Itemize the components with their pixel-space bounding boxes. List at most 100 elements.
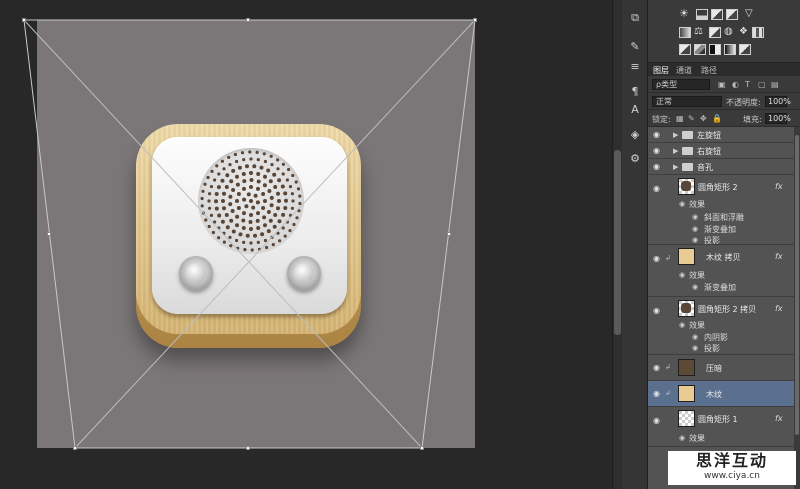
hue-saturation-icon[interactable] xyxy=(679,27,691,38)
layer-row[interactable]: ◉ ↲ 木纹 拷贝 fx ◉ 效果 ◉ 渐变叠加 xyxy=(648,245,794,297)
expand-arrow-icon[interactable]: ▶ xyxy=(673,147,678,155)
visibility-eye-icon[interactable]: ◉ xyxy=(653,417,663,425)
effect-item[interactable]: 斜面和浮雕 xyxy=(704,212,744,223)
effect-eye-icon[interactable]: ◉ xyxy=(692,213,698,221)
layer-thumbnail xyxy=(678,385,695,402)
color-lookup-icon[interactable] xyxy=(752,27,764,38)
effect-item[interactable]: 投影 xyxy=(704,343,720,354)
transform-handle[interactable] xyxy=(473,18,477,22)
character-icon[interactable]: A xyxy=(626,101,644,117)
selective-color-icon[interactable] xyxy=(739,44,751,55)
free-transform-box[interactable] xyxy=(0,0,612,489)
effects-eye-icon[interactable]: ◉ xyxy=(679,321,685,329)
fx-icon[interactable]: fx xyxy=(775,304,783,313)
fx-icon[interactable]: fx xyxy=(775,414,783,423)
brightness-icon[interactable]: ☀ xyxy=(679,8,691,20)
fx-icon[interactable]: fx xyxy=(775,252,783,261)
layer-row-selected[interactable]: ◉ ↲ 木纹 xyxy=(648,381,794,407)
transform-handle[interactable] xyxy=(420,446,424,450)
opacity-input[interactable]: 100% xyxy=(765,96,791,107)
3d-cube-icon[interactable]: ◈ xyxy=(626,126,644,142)
lock-transparent-icon[interactable]: ▦ xyxy=(676,114,684,123)
transform-handle[interactable] xyxy=(47,232,51,236)
threshold-icon[interactable] xyxy=(709,44,721,55)
visibility-eye-icon[interactable]: ◉ xyxy=(653,255,663,263)
color-balance-icon[interactable]: ⚖ xyxy=(694,27,706,38)
layers-scrollbar[interactable] xyxy=(794,127,800,489)
layer-name: 音孔 xyxy=(697,163,713,172)
brush-icon[interactable]: ✎ xyxy=(626,38,644,54)
transform-handle[interactable] xyxy=(246,446,250,450)
history-icon[interactable]: ⧉ xyxy=(626,10,644,26)
posterize-icon[interactable] xyxy=(694,44,706,55)
lock-position-icon[interactable]: ✥ xyxy=(700,114,707,123)
adjustment-filter-icon[interactable]: ◐ xyxy=(732,80,739,89)
paragraph-icon[interactable]: ¶ xyxy=(626,83,644,99)
transform-handle[interactable] xyxy=(22,18,26,22)
visibility-eye-icon[interactable]: ◉ xyxy=(653,163,663,171)
lock-all-icon[interactable]: 🔒 xyxy=(712,114,722,123)
visibility-eye-icon[interactable]: ◉ xyxy=(653,390,663,398)
effect-eye-icon[interactable]: ◉ xyxy=(692,236,698,244)
transform-handle[interactable] xyxy=(447,232,451,236)
visibility-eye-icon[interactable]: ◉ xyxy=(653,364,663,372)
photo-filter-icon[interactable]: ◍ xyxy=(724,27,736,38)
effects-label: 效果 xyxy=(689,434,705,443)
levels-icon[interactable] xyxy=(696,9,708,20)
expand-arrow-icon[interactable]: ▶ xyxy=(673,131,678,139)
layer-row[interactable]: ◉ ▶ 右旋钮 xyxy=(648,143,794,159)
exposure-icon[interactable] xyxy=(726,9,738,20)
type-filter-icon[interactable]: T xyxy=(745,80,750,89)
layer-row[interactable]: ◉ 圆角矩形 1 fx ◉ 效果 xyxy=(648,407,794,447)
layers-scroll-thumb[interactable] xyxy=(795,135,799,435)
invert-icon[interactable] xyxy=(679,44,691,55)
layer-filter-row: ρ类型 ▣ ◐ T ▢ ▤ xyxy=(648,76,800,93)
effect-item[interactable]: 渐变叠加 xyxy=(704,282,736,293)
gradient-map-icon[interactable] xyxy=(724,44,736,55)
curves-icon[interactable] xyxy=(711,9,723,20)
transform-handle[interactable] xyxy=(73,446,77,450)
effect-eye-icon[interactable]: ◉ xyxy=(692,333,698,341)
layer-row[interactable]: ◉ ▶ 音孔 xyxy=(648,159,794,175)
sliders-icon[interactable]: ≡ xyxy=(626,58,644,74)
fx-icon[interactable]: fx xyxy=(775,182,783,191)
effect-item[interactable]: 渐变叠加 xyxy=(704,224,736,235)
styles-icon[interactable]: ⚙ xyxy=(626,150,644,166)
pixel-filter-icon[interactable]: ▣ xyxy=(718,80,726,89)
layer-row[interactable]: ◉ 圆角矩形 2 fx ◉ 效果 ◉ 斜面和浮雕 ◉ 渐变叠加 ◉ 投影 xyxy=(648,175,794,245)
effect-item[interactable]: 内阴影 xyxy=(704,332,728,343)
tab-channels[interactable]: 通道 xyxy=(676,65,692,76)
effects-eye-icon[interactable]: ◉ xyxy=(679,200,685,208)
effect-eye-icon[interactable]: ◉ xyxy=(692,283,698,291)
tab-layers[interactable]: 图层 xyxy=(653,65,669,76)
transform-outline[interactable] xyxy=(23,19,476,449)
visibility-eye-icon[interactable]: ◉ xyxy=(653,131,663,139)
blend-mode-select[interactable]: 正常 xyxy=(652,96,722,107)
layer-row[interactable]: ◉ ▶ 左旋钮 xyxy=(648,127,794,143)
effects-eye-icon[interactable]: ◉ xyxy=(679,434,685,442)
smart-object-filter-icon[interactable]: ▤ xyxy=(771,80,779,89)
transform-diagonal xyxy=(23,19,423,449)
visibility-eye-icon[interactable]: ◉ xyxy=(653,185,663,193)
layer-row[interactable]: ◉ 圆角矩形 2 拷贝 fx ◉ 效果 ◉ 内阴影 ◉ 投影 xyxy=(648,297,794,355)
layer-filter-select[interactable]: ρ类型 xyxy=(652,79,710,90)
transform-handle[interactable] xyxy=(246,18,250,22)
lock-pixels-icon[interactable]: ✎ xyxy=(688,114,695,123)
fill-input[interactable]: 100% xyxy=(765,113,791,124)
expand-arrow-icon[interactable]: ▶ xyxy=(673,163,678,171)
shape-filter-icon[interactable]: ▢ xyxy=(758,80,766,89)
layer-list[interactable]: ◉ ▶ 左旋钮 ◉ ▶ 右旋钮 ◉ ▶ 音孔 ◉ 圆角矩形 2 fx ◉ 效果 … xyxy=(648,127,800,489)
black-white-icon[interactable] xyxy=(709,27,721,38)
canvas-area[interactable] xyxy=(0,0,612,489)
effect-eye-icon[interactable]: ◉ xyxy=(692,344,698,352)
canvas-scroll-thumb[interactable] xyxy=(614,150,621,335)
visibility-eye-icon[interactable]: ◉ xyxy=(653,307,663,315)
channel-mixer-icon[interactable]: ❖ xyxy=(739,27,751,38)
tab-paths[interactable]: 路径 xyxy=(701,65,717,76)
effects-eye-icon[interactable]: ◉ xyxy=(679,271,685,279)
layer-row[interactable]: ◉ ↲ 压暗 xyxy=(648,355,794,381)
effect-eye-icon[interactable]: ◉ xyxy=(692,225,698,233)
vibrance-icon[interactable]: ▽ xyxy=(745,9,757,20)
canvas-scrollbar[interactable] xyxy=(612,0,622,489)
visibility-eye-icon[interactable]: ◉ xyxy=(653,147,663,155)
